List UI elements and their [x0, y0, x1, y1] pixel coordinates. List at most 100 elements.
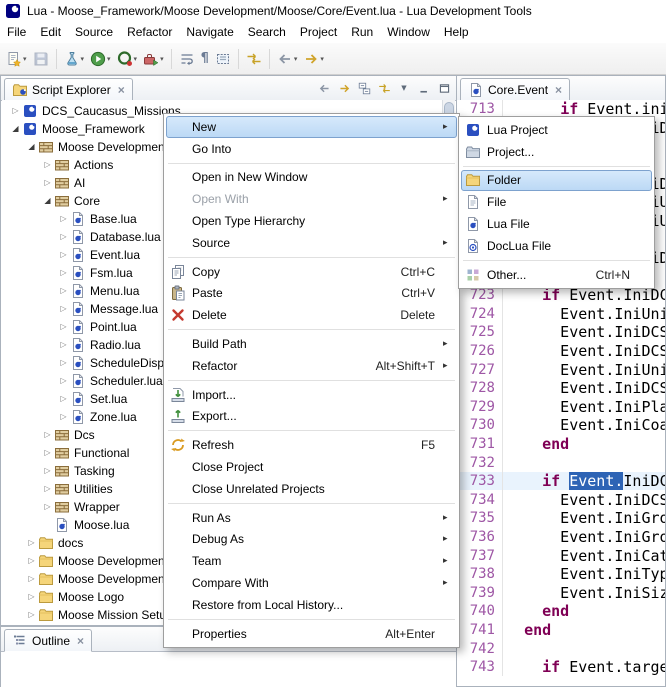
- menubar-item-file[interactable]: File: [0, 22, 33, 42]
- editor-tab[interactable]: Core.Event ×: [460, 78, 570, 101]
- expand-arrow-icon[interactable]: ▷: [58, 215, 69, 223]
- context-menu-item-import[interactable]: Import...: [166, 384, 457, 406]
- show-whitespace-button[interactable]: ¶: [198, 47, 212, 71]
- expand-arrow-icon[interactable]: ▷: [26, 611, 37, 619]
- close-icon[interactable]: ×: [118, 84, 125, 96]
- back-icon: [277, 51, 293, 67]
- minimize-button[interactable]: [415, 79, 433, 97]
- context-menu-item-paste[interactable]: PasteCtrl+V: [166, 283, 457, 305]
- context-menu-item-export[interactable]: Export...: [166, 406, 457, 428]
- expand-arrow-icon[interactable]: ▷: [42, 449, 53, 457]
- menubar-item-source[interactable]: Source: [68, 22, 120, 42]
- block-selection-button[interactable]: [212, 47, 234, 71]
- new-wizard-button[interactable]: ▾: [3, 47, 30, 71]
- external-tools-button[interactable]: ▾: [140, 47, 167, 71]
- expand-arrow-icon[interactable]: ▷: [42, 179, 53, 187]
- back-button[interactable]: ▾: [274, 47, 301, 71]
- menubar-item-navigate[interactable]: Navigate: [179, 22, 240, 42]
- expand-arrow-icon[interactable]: ▷: [10, 107, 21, 115]
- menubar-item-project[interactable]: Project: [293, 22, 344, 42]
- expand-arrow-icon[interactable]: ▷: [58, 413, 69, 421]
- context-menu-item-delete[interactable]: DeleteDelete: [166, 304, 457, 326]
- coverage-button[interactable]: ▾: [114, 47, 141, 71]
- expand-arrow-icon[interactable]: ▷: [42, 503, 53, 511]
- new-submenu-item-file[interactable]: File: [461, 191, 652, 213]
- new-submenu-item-folder[interactable]: Folder: [461, 170, 652, 192]
- context-menu-item-properties[interactable]: PropertiesAlt+Enter: [166, 623, 457, 645]
- outline-tab[interactable]: Outline ×: [4, 629, 92, 652]
- expand-arrow-icon[interactable]: ▷: [58, 341, 69, 349]
- code-segment: Event.IniDCSUnitName = Event.IniDCSUnit:…: [506, 342, 665, 360]
- context-menu-item-refresh[interactable]: RefreshF5: [166, 434, 457, 456]
- context-menu-item-open-in-new-window[interactable]: Open in New Window: [166, 167, 457, 189]
- expand-arrow-icon[interactable]: ▷: [58, 377, 69, 385]
- context-menu-item-build-path[interactable]: Build Path▸: [166, 333, 457, 355]
- save-button[interactable]: [30, 47, 52, 71]
- script-explorer-tab[interactable]: Script Explorer ×: [4, 78, 133, 101]
- context-menu-item-team[interactable]: Team▸: [166, 550, 457, 572]
- menubar-item-run[interactable]: Run: [344, 22, 380, 42]
- new-submenu-item-doclua-file[interactable]: DocLua File: [461, 235, 652, 257]
- expand-arrow-icon[interactable]: ▷: [26, 593, 37, 601]
- expand-arrow-icon[interactable]: ▷: [58, 305, 69, 313]
- expand-arrow-icon[interactable]: ▷: [42, 431, 53, 439]
- context-menu-item-copy[interactable]: CopyCtrl+C: [166, 261, 457, 283]
- close-icon[interactable]: ×: [77, 635, 84, 647]
- expand-arrow-icon[interactable]: ▷: [58, 287, 69, 295]
- menu-item-label: Lua File: [484, 217, 638, 231]
- context-menu-item-debug-as[interactable]: Debug As▸: [166, 529, 457, 551]
- expand-arrow-icon[interactable]: ▷: [58, 251, 69, 259]
- link-with-editor-button[interactable]: [375, 79, 393, 97]
- debug-button[interactable]: ▾: [61, 47, 88, 71]
- new-submenu-item-lua-file[interactable]: Lua File: [461, 213, 652, 235]
- forward-button[interactable]: [335, 79, 353, 97]
- word-wrap-button[interactable]: [176, 47, 198, 71]
- menubar-item-refactor[interactable]: Refactor: [120, 22, 179, 42]
- menu-item-label: Open in New Window: [189, 170, 443, 184]
- expand-arrow-icon[interactable]: ▷: [42, 467, 53, 475]
- context-menu-item-new[interactable]: New▸: [166, 116, 457, 138]
- expand-arrow-icon[interactable]: ▷: [26, 557, 37, 565]
- menubar-item-search[interactable]: Search: [241, 22, 293, 42]
- run-button[interactable]: ▾: [87, 47, 114, 71]
- forward-button[interactable]: ▾: [300, 47, 327, 71]
- new-submenu-item-lua-project[interactable]: Lua Project: [461, 119, 652, 141]
- collapse-arrow-icon[interactable]: ◢: [26, 143, 37, 151]
- expand-arrow-icon[interactable]: ▷: [26, 539, 37, 547]
- context-menu-item-open-with[interactable]: Open With▸: [166, 188, 457, 210]
- expand-arrow-icon[interactable]: ▷: [26, 575, 37, 583]
- menubar-item-help[interactable]: Help: [437, 22, 476, 42]
- link-with-editor-button[interactable]: [243, 47, 265, 71]
- context-menu-item-compare-with[interactable]: Compare With▸: [166, 572, 457, 594]
- line-number: 731: [457, 435, 503, 454]
- context-menu-item-close-unrelated-projects[interactable]: Close Unrelated Projects: [166, 478, 457, 500]
- expand-arrow-icon[interactable]: ▷: [58, 323, 69, 331]
- menubar-item-edit[interactable]: Edit: [33, 22, 68, 42]
- collapse-arrow-icon[interactable]: ◢: [42, 197, 53, 205]
- expand-arrow-icon[interactable]: ▷: [42, 485, 53, 493]
- context-menu-item-go-into[interactable]: Go Into: [166, 138, 457, 160]
- code-segment: Event.IniTypeName = Event.IniDCSUnit:get…: [506, 565, 665, 583]
- context-menu-item-close-project[interactable]: Close Project: [166, 456, 457, 478]
- expand-arrow-icon[interactable]: ▷: [58, 359, 69, 367]
- maximize-button[interactable]: [435, 79, 453, 97]
- close-icon[interactable]: ×: [555, 84, 562, 96]
- expand-arrow-icon[interactable]: ▷: [58, 269, 69, 277]
- context-menu-item-run-as[interactable]: Run As▸: [166, 507, 457, 529]
- expand-arrow-icon[interactable]: ▷: [58, 233, 69, 241]
- collapse-all-button[interactable]: [355, 79, 373, 97]
- collapse-arrow-icon[interactable]: ◢: [10, 125, 21, 133]
- new-submenu-item-project[interactable]: Project...: [461, 141, 652, 163]
- new-submenu-item-other[interactable]: Other...Ctrl+N: [461, 264, 652, 286]
- context-menu-item-open-type-hierarchy[interactable]: Open Type Hierarchy: [166, 210, 457, 232]
- copy-icon: [167, 264, 189, 280]
- view-menu-button[interactable]: ▼: [395, 79, 413, 97]
- context-menu-item-source[interactable]: Source▸: [166, 232, 457, 254]
- menubar-item-window[interactable]: Window: [380, 22, 437, 42]
- expand-arrow-icon[interactable]: ▷: [42, 161, 53, 169]
- context-menu-item-restore-from-local-history[interactable]: Restore from Local History...: [166, 594, 457, 616]
- line-number: 726: [457, 342, 503, 361]
- expand-arrow-icon[interactable]: ▷: [58, 395, 69, 403]
- back-button[interactable]: [315, 79, 333, 97]
- context-menu-item-refactor[interactable]: RefactorAlt+Shift+T▸: [166, 355, 457, 377]
